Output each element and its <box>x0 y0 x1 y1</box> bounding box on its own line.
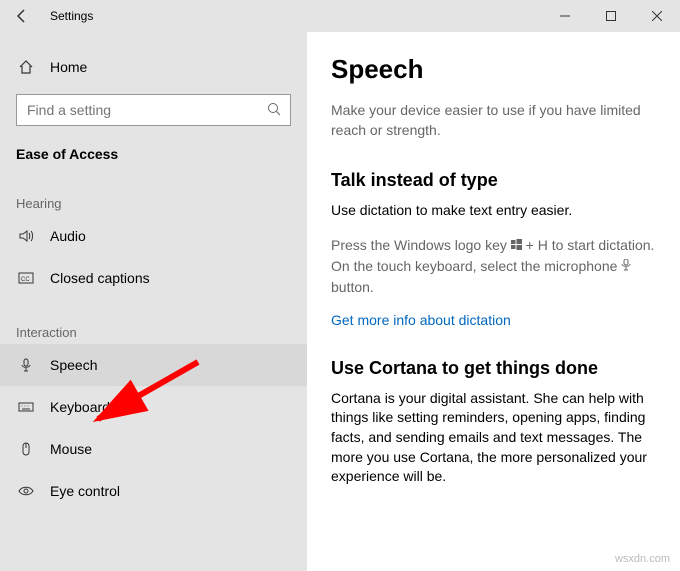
main-pane: Speech Make your device easier to use if… <box>307 32 680 571</box>
sidebar-item-label: Eye control <box>50 483 120 499</box>
sidebar: Home Ease of Access Hearing Audio CC Clo… <box>0 32 307 571</box>
sidebar-item-label: Keyboard <box>50 399 110 415</box>
dictation-info-link[interactable]: Get more info about dictation <box>331 312 511 328</box>
hint-text-a: Press the Windows logo key <box>331 237 511 253</box>
svg-text:CC: CC <box>21 277 30 283</box>
section1-title: Talk instead of type <box>331 170 656 191</box>
sidebar-item-closed-captions[interactable]: CC Closed captions <box>0 257 307 299</box>
back-arrow-icon <box>14 8 30 24</box>
keyboard-icon <box>16 399 36 415</box>
close-button[interactable] <box>634 0 680 32</box>
sidebar-item-keyboard[interactable]: Keyboard <box>0 386 307 428</box>
page-intro: Make your device easier to use if you ha… <box>331 101 656 140</box>
close-icon <box>652 11 662 21</box>
watermark: wsxdn.com <box>615 553 670 565</box>
sidebar-item-label: Closed captions <box>50 270 150 286</box>
sidebar-category: Ease of Access <box>0 132 307 170</box>
minimize-button[interactable] <box>542 0 588 32</box>
eye-icon <box>16 483 36 499</box>
section2-body: Cortana is your digital assistant. She c… <box>331 389 656 487</box>
sidebar-item-label: Audio <box>50 228 86 244</box>
sidebar-item-speech[interactable]: Speech <box>0 344 307 386</box>
windows-logo-icon <box>511 237 522 255</box>
sidebar-group-hearing: Hearing <box>0 170 307 215</box>
page-title: Speech <box>331 54 656 85</box>
microphone-icon <box>16 357 36 373</box>
minimize-icon <box>560 11 570 21</box>
section1-hint: Press the Windows logo key + H to start … <box>331 235 656 298</box>
sidebar-home[interactable]: Home <box>0 46 307 88</box>
cc-icon: CC <box>16 270 36 286</box>
sidebar-group-interaction: Interaction <box>0 299 307 344</box>
sidebar-item-mouse[interactable]: Mouse <box>0 428 307 470</box>
section1-line1: Use dictation to make text entry easier. <box>331 201 656 221</box>
back-button[interactable] <box>0 0 44 32</box>
section2-title: Use Cortana to get things done <box>331 358 656 379</box>
search-input[interactable] <box>16 94 291 126</box>
microphone-inline-icon <box>621 256 631 277</box>
maximize-icon <box>606 11 616 21</box>
sidebar-item-audio[interactable]: Audio <box>0 215 307 257</box>
sidebar-item-label: Mouse <box>50 441 92 457</box>
home-icon <box>16 59 36 75</box>
sidebar-item-eye-control[interactable]: Eye control <box>0 470 307 512</box>
window-title: Settings <box>50 9 93 23</box>
sidebar-home-label: Home <box>50 59 87 75</box>
sidebar-item-label: Speech <box>50 357 97 373</box>
search-icon <box>267 102 281 119</box>
mouse-icon <box>16 441 36 457</box>
audio-icon <box>16 228 36 244</box>
hint-text-c: button. <box>331 279 374 295</box>
maximize-button[interactable] <box>588 0 634 32</box>
